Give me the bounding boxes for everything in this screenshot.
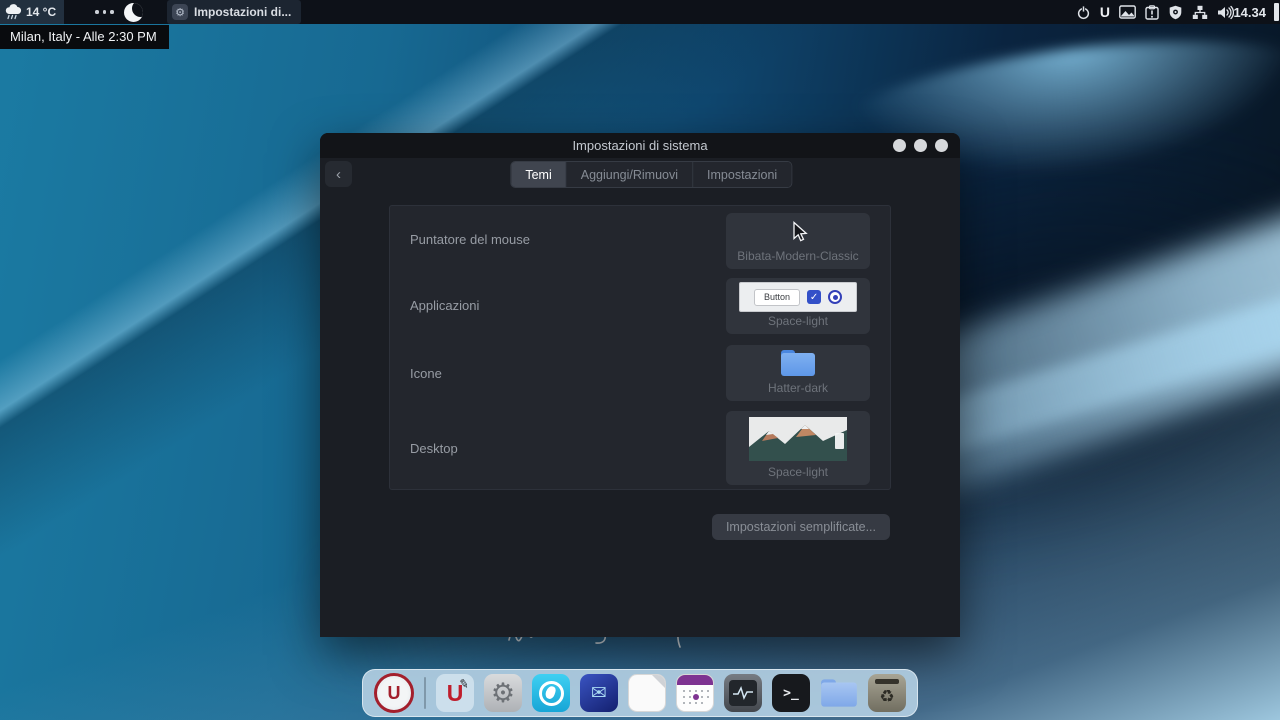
window-nav-row: ‹ Temi Aggiungi/Rimuovi Impostazioni [320,158,960,194]
rain-cloud-icon [4,4,22,20]
row-label: Applicazioni [410,298,479,313]
tab-bar: Temi Aggiungi/Rimuovi Impostazioni [510,161,792,188]
network-icon[interactable] [1192,5,1208,20]
night-light-applet[interactable] [124,0,143,24]
setting-row-applications: Applicazioni Button ✓ Space-light [410,273,870,340]
window-title: Impostazioni di sistema [572,138,707,153]
gtk-widgets-preview: Button ✓ [739,282,857,312]
moon-icon [124,3,143,22]
unity-launcher-icon[interactable]: U [374,673,414,713]
top-panel: 14 °C ⚙ Impostazioni di... U 14.34 [0,0,1280,24]
weather-temperature: 14 °C [26,5,56,19]
clock[interactable]: 14.34 [1233,0,1266,24]
tab-temi[interactable]: Temi [511,162,566,187]
cursor-theme-picker[interactable]: Bibata-Modern-Classic [726,213,870,269]
dock-separator [424,677,426,709]
window-maximize-button[interactable] [914,139,927,152]
text-editor-icon[interactable]: U✎ [436,674,474,712]
power-icon[interactable] [1076,5,1091,20]
gtk-theme-picker[interactable]: Button ✓ Space-light [726,278,870,334]
show-desktop-button[interactable] [1274,3,1279,21]
themes-settings-card: Puntatore del mouse Bibata-Modern-Classi… [389,205,891,490]
titlebar-buttons [893,133,948,158]
gear-icon: ⚙ [172,4,188,20]
taskbar-window-label: Impostazioni di... [194,5,291,19]
system-monitor-icon[interactable] [724,674,762,712]
window-titlebar[interactable]: Impostazioni di sistema [320,133,960,158]
weather-tooltip: Milan, Italy - Alle 2:30 PM [0,25,169,49]
row-label: Icone [410,366,442,381]
dock: U U✎ ⚙ ✉ >_ ♻ [362,669,918,717]
wallpaper-name: Space-light [768,466,828,485]
wallpaper-picker[interactable]: Space-light [726,411,870,485]
gtk-sample-radio [828,290,842,304]
setting-row-mouse-pointer: Puntatore del mouse Bibata-Modern-Classi… [410,206,870,273]
volume-icon[interactable] [1217,5,1234,20]
settings-icon[interactable]: ⚙ [484,674,522,712]
settings-window: Impostazioni di sistema ‹ Temi Aggiungi/… [320,133,960,637]
back-button[interactable]: ‹ [325,161,352,187]
unity-icon[interactable]: U [1100,4,1110,20]
terminal-icon[interactable]: >_ [772,674,810,712]
shield-icon[interactable] [1168,5,1183,20]
gtk-sample-checkbox: ✓ [807,290,821,304]
gtk-theme-name: Space-light [768,315,828,334]
setting-row-icons: Icone Hatter-dark [410,339,870,408]
tab-aggiungi-rimuovi[interactable]: Aggiungi/Rimuovi [567,162,693,187]
terminal-prompt-glyph: >_ [783,686,799,701]
window-close-button[interactable] [935,139,948,152]
trash-icon[interactable]: ♻ [868,674,906,712]
icon-theme-name: Hatter-dark [768,382,828,401]
cursor-theme-name: Bibata-Modern-Classic [737,250,858,269]
window-minimize-button[interactable] [893,139,906,152]
wallpaper-icon[interactable] [1119,5,1136,19]
system-tray: U [1076,0,1234,24]
package-alert-icon[interactable] [1145,5,1159,20]
taskbar-window-button[interactable]: ⚙ Impostazioni di... [167,0,301,24]
text-file-icon[interactable] [628,674,666,712]
icon-theme-picker[interactable]: Hatter-dark [726,345,870,401]
calendar-icon[interactable] [676,674,714,712]
overflow-dots-icon[interactable] [95,0,114,24]
browser-icon[interactable] [532,674,570,712]
mountain-wallpaper-thumbnail [749,417,847,461]
simplified-settings-button[interactable]: Impostazioni semplificate... [712,514,890,540]
row-label: Puntatore del mouse [410,232,530,247]
setting-row-desktop: Desktop Space-light [410,408,870,489]
gtk-sample-button: Button [754,289,800,306]
weather-applet[interactable]: 14 °C [0,0,64,24]
tab-impostazioni[interactable]: Impostazioni [693,162,791,187]
cursor-arrow-icon [789,221,808,243]
mail-icon[interactable]: ✉ [580,674,618,712]
row-label: Desktop [410,441,458,456]
file-manager-icon[interactable] [820,674,858,712]
folder-icon [781,350,815,376]
